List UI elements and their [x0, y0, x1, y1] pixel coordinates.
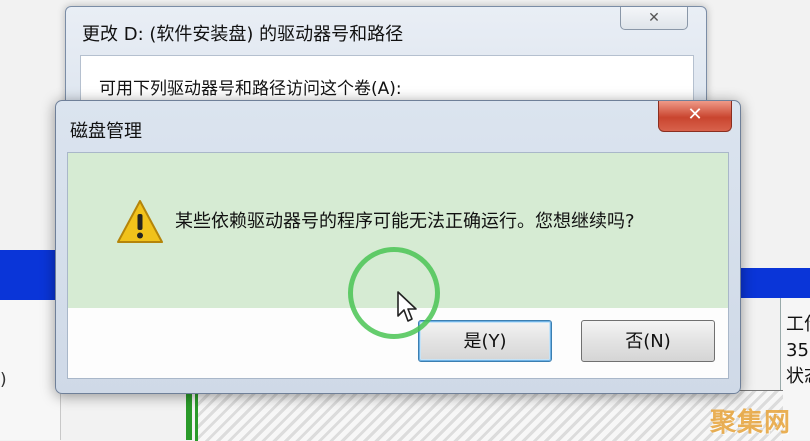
watermark: 聚集网	[710, 408, 792, 438]
dialog-title: 磁盘管理	[70, 121, 142, 142]
no-button[interactable]: 否(N)	[581, 320, 715, 362]
volume-info-line: 状态	[786, 366, 810, 387]
volume-info-line: 工作	[786, 314, 810, 335]
close-button[interactable]: ✕	[620, 7, 688, 30]
close-button[interactable]: ✕	[658, 101, 732, 132]
background-panel-left	[0, 300, 61, 440]
background-header-strip	[0, 250, 62, 300]
confirm-message: 某些依赖驱动器号的程序可能无法正确运行。您想继续吗?	[175, 211, 635, 232]
warning-icon	[117, 200, 163, 243]
click-highlight-ring	[348, 247, 440, 339]
volume-info-line: 35.	[786, 340, 810, 361]
partition-block[interactable]	[195, 390, 783, 441]
yes-button[interactable]: 是(Y)	[418, 320, 552, 362]
background-left-text: )	[0, 370, 7, 390]
access-paths-label: 可用下列驱动器号和路径访问这个卷(A):	[99, 79, 402, 99]
background-header-strip-right	[730, 268, 810, 298]
mouse-cursor-icon	[397, 291, 417, 322]
volume-info-cell[interactable]: 工作 35. 状态	[786, 312, 810, 390]
dialog-title: 更改 D: (软件安装盘) 的驱动器号和路径	[82, 24, 404, 45]
